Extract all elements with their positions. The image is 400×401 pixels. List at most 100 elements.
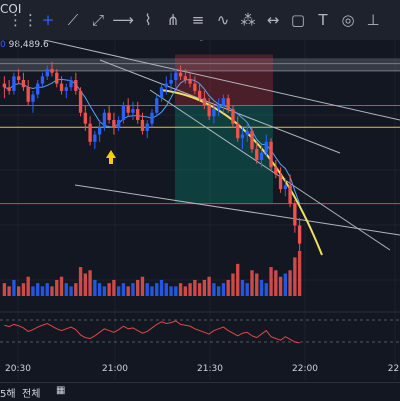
volume-bar	[97, 283, 102, 296]
candle-body	[202, 98, 207, 106]
candle-body	[278, 174, 283, 190]
horizontal-ray-icon[interactable]: ⟶	[112, 9, 134, 31]
candle-body	[21, 80, 26, 88]
path-icon[interactable]: ⌇	[137, 9, 159, 31]
candle-body	[274, 167, 278, 175]
volume-bar	[21, 283, 26, 296]
volume-bar	[183, 286, 187, 296]
candle-body	[178, 72, 183, 77]
candle-body	[40, 76, 45, 84]
candle-body	[183, 76, 187, 80]
volume-bar	[7, 286, 11, 296]
volume-bar	[221, 283, 226, 296]
candle-body	[174, 72, 178, 80]
volume-bar	[259, 279, 264, 296]
elliott-wave-icon[interactable]: ∿	[212, 9, 234, 31]
candle-body	[245, 130, 249, 135]
volume-bar	[155, 283, 159, 296]
candle-body	[264, 141, 268, 153]
dots-grid-icon[interactable]: ⋮⋮	[8, 9, 38, 31]
candle-body	[145, 123, 149, 131]
volume-bar	[36, 283, 40, 296]
candle-body	[36, 83, 40, 95]
note-icon[interactable]: ◎	[337, 9, 359, 31]
volume-bar	[174, 286, 178, 296]
volume-bar	[40, 286, 45, 296]
volume-bar	[193, 279, 197, 296]
candle-body	[31, 94, 35, 102]
candle-body	[221, 98, 226, 106]
volume-bar	[164, 283, 168, 296]
volume-bar	[17, 286, 21, 296]
x-tick-label: 20:30	[5, 364, 31, 374]
candle-body	[59, 83, 64, 91]
volume-bar	[50, 286, 54, 296]
x-tick-label: 22:	[388, 364, 400, 374]
text-icon[interactable]: T	[312, 9, 334, 31]
pitchfork-icon[interactable]: ⋔	[162, 9, 184, 31]
candle-body	[64, 87, 68, 91]
volume-bar	[278, 276, 283, 296]
volume-bar	[145, 283, 149, 296]
pattern-icon[interactable]: ⁂	[237, 9, 259, 31]
candle-body	[112, 120, 116, 128]
volume-bar	[131, 283, 135, 296]
candle-body	[217, 105, 221, 110]
volume-bar	[55, 279, 59, 296]
candle-body	[197, 90, 202, 99]
range-all-button[interactable]: 전체	[22, 385, 40, 400]
volume-bar	[26, 276, 30, 296]
candle-body	[83, 112, 87, 124]
candle-body	[126, 105, 130, 113]
volume-bar	[255, 273, 259, 296]
volume-bar	[226, 279, 230, 296]
candle-body	[283, 185, 287, 190]
candle-body	[117, 120, 121, 128]
trend-line-icon[interactable]: ⟋	[62, 9, 84, 31]
volume-bar	[2, 283, 7, 296]
x-tick-label: 21:00	[102, 364, 128, 374]
volume-bar	[93, 279, 97, 296]
volume-bar	[64, 283, 68, 296]
volume-bar	[178, 283, 183, 296]
volume-bar	[107, 283, 111, 296]
volume-bar	[150, 286, 154, 296]
volume-bar	[83, 273, 87, 296]
volume-bar	[121, 283, 126, 296]
x-tick-label: 21:30	[197, 364, 223, 374]
volume-bar	[274, 270, 278, 296]
ray-icon[interactable]: ⤢	[87, 9, 109, 31]
fib-retracement-icon[interactable]: ≡	[187, 9, 209, 31]
candle-body	[150, 112, 154, 124]
rectangle-icon[interactable]: ▢	[287, 9, 309, 31]
candle-body	[45, 69, 49, 77]
volume-bar	[45, 283, 49, 296]
volume-bar	[212, 283, 216, 296]
measure-icon[interactable]: ↔	[262, 9, 284, 31]
volume-bar	[31, 286, 35, 296]
candle-body	[74, 80, 78, 91]
interval-label[interactable]: 5해	[0, 385, 16, 400]
candle-body	[155, 98, 159, 113]
price-chart[interactable]: 20:30 21:00 21:30 22:00 22:	[0, 40, 400, 400]
volume-bar	[159, 279, 164, 296]
volume-bar	[102, 286, 107, 296]
crosshair-icon[interactable]: +	[37, 9, 59, 31]
candle-body	[259, 152, 264, 160]
calendar-icon[interactable]: ▦	[56, 385, 65, 396]
volume-bar	[88, 270, 92, 296]
x-tick-label: 22:00	[292, 364, 318, 374]
candle-body	[121, 105, 126, 120]
candle-body	[236, 123, 240, 139]
candle-body	[231, 109, 235, 124]
volume-bar	[136, 279, 140, 296]
drawing-toolbar: COI ⋮⋮ + ⟋ ⤢ ⟶ ⌇ ⋔ ≡ ∿ ⁂ ↔ ▢ T ◎ ⊥	[0, 0, 400, 40]
volume-bar	[293, 257, 297, 296]
candle-body	[50, 69, 54, 73]
volume-bar	[169, 286, 173, 296]
candle-body	[293, 203, 297, 226]
candle-body	[88, 123, 92, 142]
volume-bar	[197, 283, 202, 296]
volume-bar	[217, 286, 221, 296]
magnet-icon[interactable]: ⊥	[362, 9, 384, 31]
